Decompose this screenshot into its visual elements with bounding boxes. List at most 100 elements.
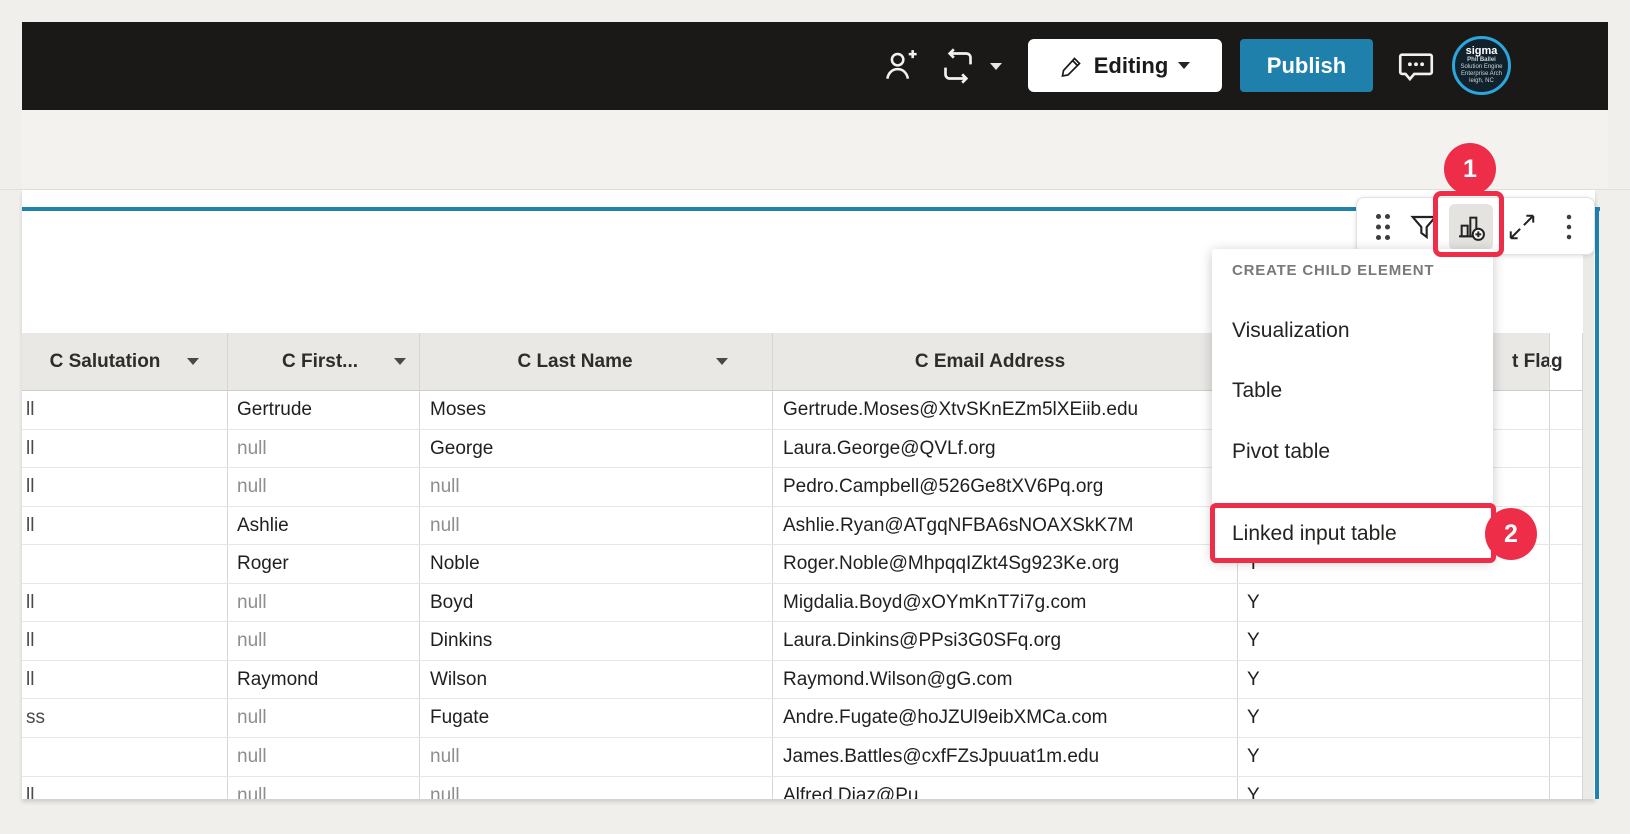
refresh-schedule-button[interactable] [934,22,982,110]
annotation-box-create-child [1433,191,1504,257]
table-cell[interactable]: Alfred.Diaz@Pu [783,776,918,800]
top-bar: Editing Publish sigma Phil Ballei Soluti… [22,22,1608,110]
menu-header: CREATE CHILD ELEMENT [1232,257,1434,285]
table-cell[interactable]: ss [26,698,45,737]
table-cell[interactable]: ll [26,660,34,699]
table-cell[interactable]: Migdalia.Boyd@xOYmKnT7i7g.com [783,583,1086,622]
avatar-line4: leigh, NC [1469,78,1494,85]
user-avatar[interactable]: sigma Phil Ballei Solution Engine Enterp… [1452,36,1511,95]
table-cell[interactable]: null [237,583,267,622]
table-cell[interactable]: ll [26,776,34,800]
row-border [22,776,1582,777]
table-cell[interactable]: ll [26,583,34,622]
editing-label: Editing [1094,53,1169,79]
menu-item-visualization[interactable]: Visualization [1232,311,1472,351]
table-cell[interactable]: Gertrude.Moses@XtvSKnEZm5lXEiib.edu [783,390,1138,429]
table-cell[interactable]: ll [26,506,34,545]
avatar-line2: Solution Engine [1460,64,1502,71]
table-cell[interactable]: Fugate [430,698,489,737]
publish-button[interactable]: Publish [1240,39,1373,92]
annotation-step-1-number: 1 [1463,155,1477,184]
more-options-button[interactable] [1549,198,1589,256]
column-header-salutation[interactable]: C Salutation [50,333,161,390]
column-menu-caret-icon[interactable] [394,358,406,365]
table-cell[interactable]: Moses [430,390,486,429]
workbook-header-strip [22,110,1608,189]
avatar-line3: Enterprise Arch [1461,71,1502,78]
row-border [22,737,1582,738]
table-cell[interactable]: Dinkins [430,621,492,660]
table-cell[interactable]: Roger.Noble@MhpqqIZkt4Sg923Ke.org [783,544,1119,583]
table-cell[interactable]: Boyd [430,583,473,622]
annotation-box-linked-input-table [1210,503,1496,563]
drag-handle[interactable] [1367,198,1399,256]
table-cell[interactable]: Andre.Fugate@hoJZUl9eibXMCa.com [783,698,1107,737]
table-cell[interactable]: null [237,698,267,737]
kebab-menu-icon [1559,212,1579,242]
editing-mode-button[interactable]: Editing [1028,39,1222,92]
table-cell[interactable]: Pedro.Campbell@526Ge8tXV6Pq.org [783,467,1103,506]
table-cell[interactable]: Ashlie.Ryan@ATgqNFBA6sNOAXSkK7M [783,506,1134,545]
table-cell[interactable]: Raymond.Wilson@gG.com [783,660,1012,699]
table-row[interactable]: null null James.Battles@cxfFZsJpuuat1m.edu… [22,737,1582,776]
table-cell[interactable]: Y [1247,776,1260,800]
column-header-last-name[interactable]: C Last Name [517,333,632,390]
column-menu-caret-icon[interactable] [187,358,199,365]
table-cell[interactable]: null [237,621,267,660]
drag-handle-icon [1374,212,1392,242]
table-cell[interactable]: Ashlie [237,506,289,545]
table-row[interactable]: ll null null Alfred.Diaz@Pu Y [22,776,1582,800]
menu-item-table[interactable]: Table [1232,371,1472,411]
table-cell[interactable]: Y [1247,583,1260,622]
table-cell[interactable]: James.Battles@cxfFZsJpuuat1m.edu [783,737,1099,776]
table-cell[interactable]: Noble [430,544,480,583]
table-row[interactable]: ll null Boyd Migdalia.Boyd@xOYmKnT7i7g.com Y [22,583,1582,622]
table-cell[interactable]: Laura.George@QVLf.org [783,429,996,468]
maximize-button[interactable] [1499,198,1545,256]
table-cell[interactable]: ll [26,390,34,429]
refresh-dropdown-caret[interactable] [985,22,1007,110]
table-cell[interactable]: null [430,467,460,506]
table-row[interactable]: ll Raymond Wilson Raymond.Wilson@gG.com Y [22,660,1582,699]
table-cell[interactable]: George [430,429,493,468]
table-row[interactable]: ss null Fugate Andre.Fugate@hoJZUl9eibXMCa.… [22,698,1582,737]
table-cell[interactable]: Y [1247,737,1260,776]
table-cell[interactable]: Y [1247,660,1260,699]
avatar-line1: Phil Ballei [1467,57,1496,64]
table-cell[interactable]: null [237,467,267,506]
table-cell[interactable]: Y [1247,621,1260,660]
table-cell[interactable]: Wilson [430,660,487,699]
column-header-flag[interactable]: t Flag [1512,333,1563,390]
table-cell[interactable]: null [237,776,267,800]
column-header-email[interactable]: C Email Address [915,333,1065,390]
table-cell[interactable]: Gertrude [237,390,312,429]
invite-user-button[interactable] [877,22,923,110]
annotation-step-1: 1 [1444,143,1496,195]
table-cell[interactable]: null [237,429,267,468]
comments-icon [1395,45,1437,87]
table-cell[interactable]: ll [26,467,34,506]
column-menu-caret-icon[interactable] [716,358,728,365]
refresh-icon [938,46,978,86]
maximize-icon [1507,212,1537,242]
table-cell[interactable]: Laura.Dinkins@PPsi3G0SFq.org [783,621,1061,660]
column-header-first-name[interactable]: C First... [282,333,358,390]
table-cell[interactable]: Y [1247,698,1260,737]
row-border [22,698,1582,699]
table-row[interactable]: ll null Dinkins Laura.Dinkins@PPsi3G0SFq.or… [22,621,1582,660]
table-cell[interactable]: ll [26,621,34,660]
table-cell[interactable]: null [430,737,460,776]
table-cell[interactable]: Raymond [237,660,318,699]
menu-item-pivot-table[interactable]: Pivot table [1232,432,1472,472]
table-cell[interactable]: null [430,776,460,800]
avatar-brand: sigma [1466,46,1498,57]
column-border [227,333,228,799]
column-border [1549,333,1550,799]
table-cell[interactable]: ll [26,429,34,468]
table-cell[interactable]: Roger [237,544,289,583]
annotation-step-2: 2 [1485,508,1537,560]
table-cell[interactable]: null [430,506,460,545]
comments-button[interactable] [1390,22,1442,110]
vertical-scrollbar[interactable] [1583,210,1594,799]
table-cell[interactable]: null [237,737,267,776]
